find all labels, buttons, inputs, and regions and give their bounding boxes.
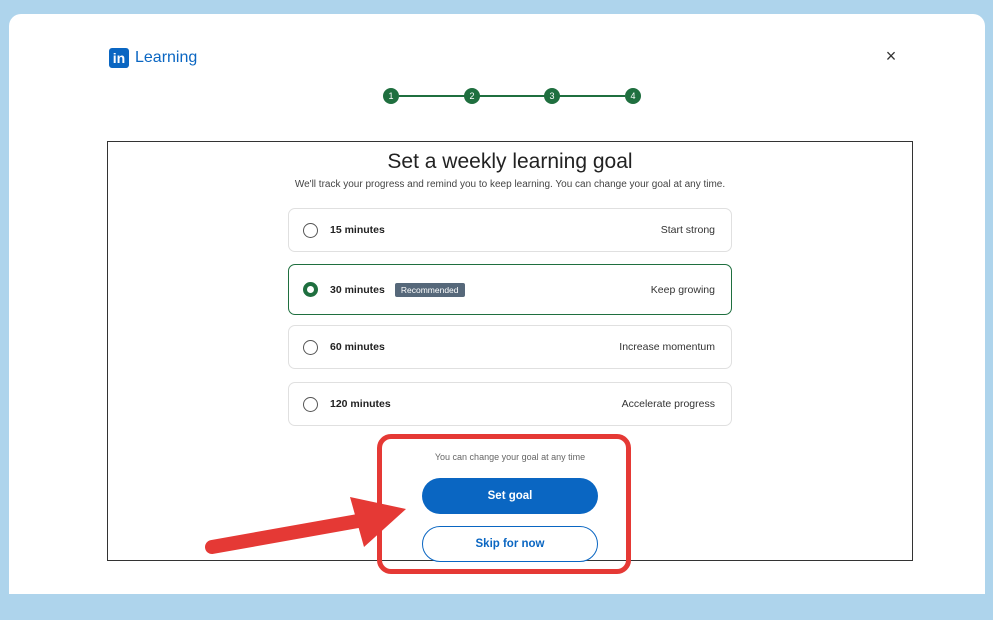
option-description: Accelerate progress xyxy=(621,398,715,410)
step-connector xyxy=(399,95,465,97)
goal-option-15[interactable]: 15 minutes Start strong xyxy=(288,208,732,252)
goal-option-30[interactable]: 30 minutes Recommended Keep growing xyxy=(288,264,732,315)
option-label: 30 minutes xyxy=(330,283,385,296)
option-description: Start strong xyxy=(660,224,715,236)
option-label: 15 minutes xyxy=(330,224,385,236)
radio-button-selected[interactable] xyxy=(303,282,318,297)
step-connector xyxy=(479,95,545,97)
logo-text: Learning xyxy=(135,49,198,66)
close-icon[interactable]: × xyxy=(881,46,901,66)
linkedin-learning-logo: in Learning xyxy=(109,48,197,68)
radio-button[interactable] xyxy=(303,339,318,355)
bottom-band xyxy=(9,594,985,612)
goal-option-60[interactable]: 60 minutes Increase momentum xyxy=(288,325,732,369)
step-1: 1 xyxy=(383,88,399,104)
option-description: Keep growing xyxy=(650,283,715,296)
page-subtitle: We'll track your progress and remind you… xyxy=(294,179,726,190)
step-3: 3 xyxy=(544,88,560,104)
option-label: 120 minutes xyxy=(330,398,391,410)
radio-button[interactable] xyxy=(303,396,318,412)
linkedin-icon: in xyxy=(109,48,129,68)
radio-button[interactable] xyxy=(303,222,318,238)
step-2: 2 xyxy=(464,88,480,104)
option-label: 60 minutes xyxy=(330,341,385,353)
progress-stepper: 1 2 3 4 xyxy=(383,86,643,106)
step-4: 4 xyxy=(625,88,641,104)
pointer-arrow-icon xyxy=(205,497,406,554)
page-title: Set a weekly learning goal xyxy=(387,150,633,173)
goal-option-120[interactable]: 120 minutes Accelerate progress xyxy=(288,382,732,426)
step-connector xyxy=(559,95,625,97)
option-description: Increase momentum xyxy=(619,341,715,353)
recommended-badge: Recommended xyxy=(394,282,465,297)
